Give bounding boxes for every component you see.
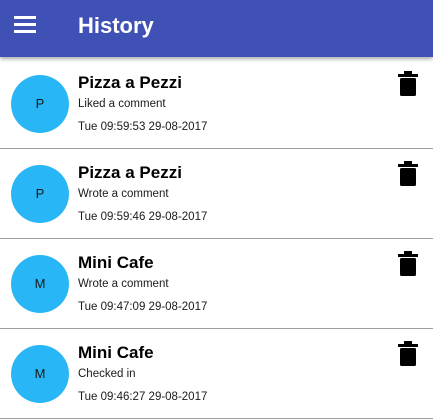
item-action: Checked in [78,368,136,380]
app-bar: History [0,0,433,57]
menu-icon[interactable] [12,14,38,36]
avatar: P [11,165,69,223]
list-item[interactable]: P Pizza a Pezzi Liked a comment Tue 09:5… [0,59,433,149]
trash-icon[interactable] [397,71,419,97]
item-action: Wrote a comment [78,188,169,200]
item-name: Mini Cafe [78,343,154,362]
item-action: Liked a comment [78,98,166,110]
item-timestamp: Tue 09:59:53 29-08-2017 [78,121,208,133]
page-title: History [78,13,154,38]
trash-icon[interactable] [397,161,419,187]
list-item[interactable]: M Mini Cafe Checked in Tue 09:46:27 29-0… [0,329,433,419]
trash-icon[interactable] [397,251,419,277]
avatar: M [11,345,69,403]
list-item[interactable]: M Mini Cafe Wrote a comment Tue 09:47:09… [0,239,433,329]
history-list: P Pizza a Pezzi Liked a comment Tue 09:5… [0,59,433,419]
item-name: Pizza a Pezzi [78,73,182,92]
item-name: Pizza a Pezzi [78,163,182,182]
avatar: P [11,75,69,133]
trash-icon[interactable] [397,341,419,367]
list-item[interactable]: P Pizza a Pezzi Wrote a comment Tue 09:5… [0,149,433,239]
item-action: Wrote a comment [78,278,169,290]
avatar: M [11,255,69,313]
item-timestamp: Tue 09:46:27 29-08-2017 [78,391,208,403]
item-name: Mini Cafe [78,253,154,272]
item-timestamp: Tue 09:59:46 29-08-2017 [78,211,208,223]
item-timestamp: Tue 09:47:09 29-08-2017 [78,301,208,313]
